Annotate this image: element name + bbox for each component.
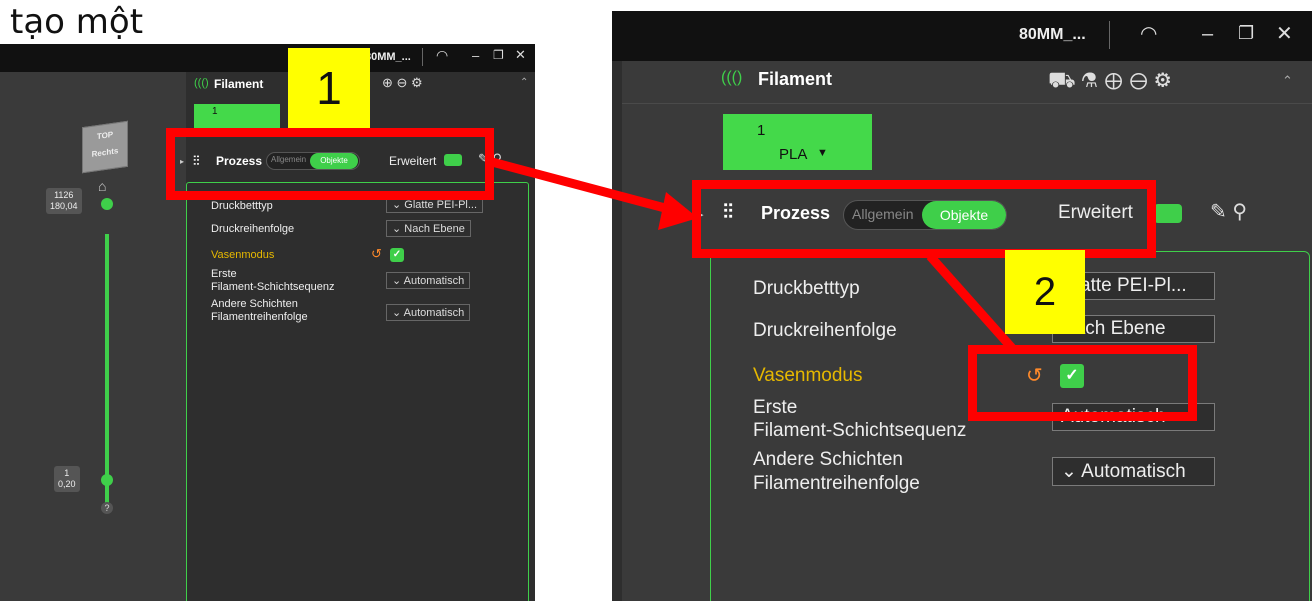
layer-bottom-height: 0,20 <box>58 479 76 489</box>
highlight-box-2b <box>968 345 1197 421</box>
filament-label: Filament <box>214 77 264 91</box>
maximize-button[interactable]: ❐ <box>493 48 504 62</box>
vase-mode-label: Vasenmodus <box>211 249 275 261</box>
process-toolbar-icons-zoom[interactable]: ✎ ⚲ <box>1210 199 1247 224</box>
advanced-switch-zoom[interactable] <box>1154 204 1182 223</box>
vase-mode-checkbox[interactable]: ✓ <box>390 248 404 262</box>
bed-type-label-zoom: Druckbetttyp <box>753 278 860 299</box>
dashboard-icon-zoom[interactable]: ◠ <box>1140 21 1157 46</box>
first-sequence-label-line2-zoom: Filament-Schichtsequenz <box>753 420 967 441</box>
print-order-label-zoom: Druckreihenfolge <box>753 320 897 341</box>
home-icon[interactable]: ⌂ <box>98 178 106 194</box>
title-divider-zoom <box>1109 21 1110 49</box>
bed-type-value: Glatte PEI-Pl... <box>404 199 478 211</box>
layer-bottom-readout: 1 0,20 <box>54 466 80 492</box>
filament-separator <box>622 103 1312 104</box>
vase-mode-label-zoom: Vasenmodus <box>753 365 863 386</box>
other-layers-order-value: Automatisch <box>403 307 465 319</box>
print-order-label: Druckreihenfolge <box>211 223 295 235</box>
layer-slider-track[interactable] <box>105 234 109 510</box>
chip-dropdown-icon: ▼ <box>817 147 828 159</box>
filament-icon-zoom: ((() <box>721 69 743 86</box>
arrow-connector <box>490 157 698 230</box>
reset-icon[interactable]: ↺ <box>371 246 382 262</box>
collapse-icon[interactable]: ⌃ <box>520 77 528 88</box>
close-button[interactable]: ✕ <box>515 47 526 63</box>
filament-label-zoom: Filament <box>758 69 833 89</box>
other-order-label-line1-zoom: Andere Schichten <box>753 449 903 470</box>
step-1-label: 1 <box>288 48 370 128</box>
cube-front-label: Rechts <box>91 146 119 159</box>
step-2-label: 2 <box>1005 250 1085 334</box>
title-divider <box>422 48 423 66</box>
viewport-panel: TOP Rechts ⌂ 1126 180,04 1 0,20 ? <box>0 72 186 601</box>
first-sequence-label-line1-zoom: Erste <box>753 397 798 418</box>
layer-top-number: 1126 <box>54 190 74 200</box>
view-cube[interactable]: TOP Rechts <box>82 120 128 174</box>
layer-slider-top-handle[interactable] <box>101 198 113 210</box>
window-title-zoom: 80MM_... <box>1019 26 1086 43</box>
window-title: 80MM_... <box>365 51 411 63</box>
bed-type-label: Druckbetttyp <box>211 200 273 212</box>
close-button-zoom[interactable]: ✕ <box>1276 21 1293 46</box>
filament-toolbar-icons[interactable]: ⊕ ⊖ ⚙ <box>382 75 423 91</box>
filament-chip-material-zoom: PLA <box>779 146 808 163</box>
first-layer-sequence-value: Automatisch <box>403 275 465 287</box>
help-icon[interactable]: ? <box>101 502 113 514</box>
layer-slider-bottom-handle[interactable] <box>101 474 113 486</box>
cube-top-label: TOP <box>96 129 114 142</box>
layer-bottom-number: 1 <box>64 468 70 478</box>
minimize-button[interactable]: – <box>472 48 479 63</box>
filament-chip-number: 1 <box>212 106 218 117</box>
filament-chip-number-zoom: 1 <box>757 122 766 139</box>
panel-edge <box>612 61 622 601</box>
filament-toolbar-icons-zoom[interactable]: ⛟ ⚗ ⊕ ⊖ ⚙ <box>1048 67 1171 96</box>
maximize-button-zoom[interactable]: ❐ <box>1238 23 1254 44</box>
layer-top-readout: 1126 180,04 <box>46 188 82 214</box>
other-order-label-line2-zoom: Filamentreihenfolge <box>753 473 920 494</box>
minimize-button-zoom[interactable]: – <box>1202 23 1213 46</box>
settings-group-box <box>186 182 529 601</box>
print-order-value: Nach Ebene <box>404 223 465 235</box>
highlight-box-1 <box>166 128 494 200</box>
other-order-select-zoom[interactable]: ⌄ Automatisch <box>1052 457 1215 486</box>
filament-icon: ((() <box>194 77 209 89</box>
filament-chip-zoom[interactable]: 1 PLA ▼ <box>723 114 872 170</box>
title-bar-zoom: 80MM_... ◠ – ❐ ✕ <box>612 11 1312 61</box>
layer-top-height: 180,04 <box>50 201 78 211</box>
other-order-value-zoom: Automatisch <box>1081 461 1186 482</box>
other-layers-order-select[interactable]: ⌄ Automatisch <box>386 304 471 321</box>
title-bar: 80MM_... ◠ – ❐ ✕ <box>0 44 535 72</box>
collapse-icon-zoom[interactable]: ⌃ <box>1282 73 1293 89</box>
print-order-select[interactable]: ⌄ Nach Ebene <box>386 220 471 237</box>
arrow-line-2 <box>926 253 1016 351</box>
first-layer-sequence-select[interactable]: ⌄ Automatisch <box>386 272 471 289</box>
highlight-box-2a <box>692 180 1156 258</box>
arrow-line <box>490 157 682 217</box>
caption-text: tạo một <box>10 2 144 42</box>
other-layers-order-label: Andere Schichten Filamentreihenfolge <box>211 298 308 323</box>
first-layer-sequence-label: Erste Filament-Schichtsequenz <box>211 268 335 293</box>
dashboard-icon[interactable]: ◠ <box>436 47 448 64</box>
